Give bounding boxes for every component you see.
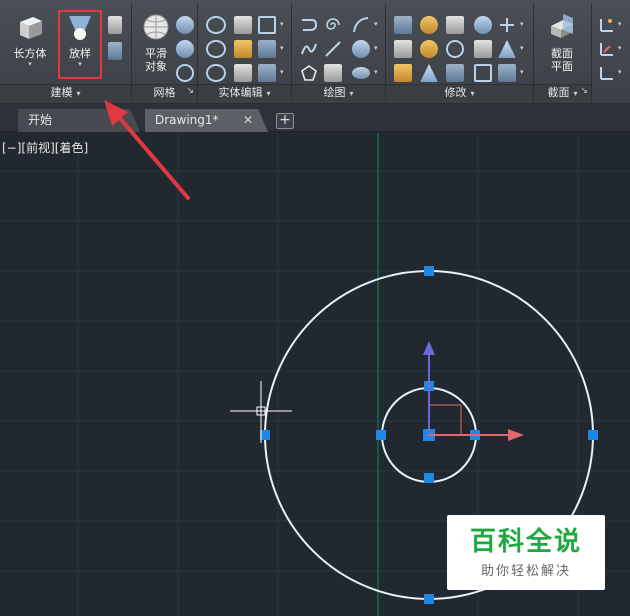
watermark-logo: 百科全说 助你轻松解决	[447, 515, 605, 590]
autocad-window: 长方体 ▾ 放样 ▾ 建模 ▾ 平滑 对象 网格 ↘ ▾ ▾ ▾ 实体编辑 ▾ …	[0, 0, 630, 616]
watermark-subtitle: 助你轻松解决	[480, 564, 571, 579]
watermark-title: 百科全说	[469, 527, 582, 557]
